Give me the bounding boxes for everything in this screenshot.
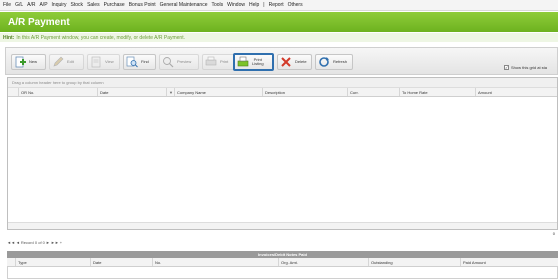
view-button-label: View: [105, 59, 114, 64]
edit-button-label: Edit: [67, 59, 74, 64]
sort-indicator-icon[interactable]: ▼: [166, 88, 174, 96]
col-no[interactable]: No.: [152, 258, 278, 266]
show-grid-checkbox[interactable]: ✓: [504, 65, 509, 70]
toolbar: New Edit View Find Preview Print Print L…: [5, 47, 558, 75]
view-doc-icon: [91, 56, 101, 68]
print-listing-button[interactable]: Print Listing: [233, 53, 274, 71]
nav-prev-button[interactable]: ◄: [16, 240, 20, 245]
refresh-button-label: Refresh: [333, 59, 348, 64]
menu-window[interactable]: Window: [227, 2, 245, 8]
nav-last-button[interactable]: ►►: [51, 240, 59, 245]
invoices-paid-columns: Type Date No. Org. Amt. Outstanding Paid…: [7, 258, 558, 267]
col-company-name[interactable]: Company Name: [174, 88, 262, 96]
col-or-no[interactable]: OR No.: [18, 88, 97, 96]
refresh-button[interactable]: Refresh: [315, 54, 353, 70]
pencil-icon: [53, 56, 64, 67]
menu-others[interactable]: Others: [288, 2, 303, 8]
edit-button[interactable]: Edit: [49, 54, 84, 70]
find-icon: [126, 56, 138, 68]
group-by-hint: Drag a column header here to group by th…: [8, 78, 557, 88]
menu-file[interactable]: File: [3, 2, 11, 8]
delete-button[interactable]: Delete: [277, 54, 312, 70]
refresh-icon: [319, 57, 329, 67]
preview-button[interactable]: Preview: [159, 54, 199, 70]
record-navigator: ◄◄ ◄ Record 0 of 0 ► ►► +: [7, 239, 63, 246]
hint-bar: Hint: In this A/R Payment window, you ca…: [0, 33, 558, 42]
menu-general-maintenance[interactable]: General Maintenance: [160, 2, 208, 8]
menu-inquiry[interactable]: Inquiry: [52, 2, 67, 8]
preview-button-label: Preview: [177, 59, 192, 64]
show-grid-label: Show this grid at sta: [511, 65, 548, 70]
amount-total: 0: [552, 231, 555, 236]
menu-tools[interactable]: Tools: [211, 2, 223, 8]
col-amount[interactable]: Amount: [475, 88, 557, 96]
hint-text: In this A/R Payment window, you can crea…: [16, 34, 185, 41]
grid-horizontal-scrollbar[interactable]: [8, 222, 557, 229]
show-grid-at-startup[interactable]: ✓ Show this grid at sta: [504, 65, 547, 70]
col-curr[interactable]: Curr.: [347, 88, 399, 96]
nav-next-button[interactable]: ►: [46, 240, 50, 245]
delete-x-icon: [281, 57, 291, 67]
col-type[interactable]: Type: [15, 258, 90, 266]
new-doc-icon: [15, 56, 26, 68]
knock-row-indicator: [7, 258, 15, 266]
print-button[interactable]: Print: [202, 54, 237, 70]
new-button-label: New: [29, 59, 38, 64]
print-listing-label-line2: Listing: [252, 61, 264, 66]
menu-ar[interactable]: A/R: [27, 2, 35, 8]
col-description[interactable]: Description: [262, 88, 347, 96]
invoices-paid-header: Invoices/Debit Notes Paid: [7, 251, 558, 258]
grid-row-indicator: [8, 88, 18, 96]
page-title: A/R Payment: [8, 16, 70, 28]
print-listing-icon: [237, 56, 249, 67]
nav-first-button[interactable]: ◄◄: [7, 240, 15, 245]
menu-separator: |: [263, 2, 265, 8]
col-paid-amount[interactable]: Paid Amount: [460, 258, 558, 266]
menu-bonus-point[interactable]: Bonus Point: [129, 2, 156, 8]
find-button-label: Find: [141, 59, 149, 64]
menu-purchase[interactable]: Purchase: [104, 2, 125, 8]
hint-prefix: Hint:: [3, 34, 15, 41]
col-knock-date[interactable]: Date: [90, 258, 152, 266]
col-to-home-rate[interactable]: To Home Rate: [399, 88, 475, 96]
menu-sales[interactable]: Sales: [87, 2, 100, 8]
menu-stock[interactable]: Stock: [71, 2, 84, 8]
delete-button-label: Delete: [295, 59, 307, 64]
find-button[interactable]: Find: [123, 54, 156, 70]
menu-help[interactable]: Help: [249, 2, 259, 8]
printer-icon: [205, 56, 217, 66]
menu-gl[interactable]: G/L: [15, 2, 23, 8]
payment-grid: Drag a column header here to group by th…: [7, 77, 558, 230]
new-button[interactable]: New: [11, 54, 46, 70]
nav-add-button[interactable]: +: [60, 240, 62, 245]
grid-header: OR No. Date ▼ Company Name Description C…: [8, 88, 557, 97]
grid-totals-row: 0: [7, 231, 558, 237]
col-outstanding[interactable]: Outstanding: [368, 258, 460, 266]
print-listing-label: Print Listing: [252, 58, 264, 66]
menu-report[interactable]: Report: [269, 2, 284, 8]
window-title-bar: A/R Payment: [0, 12, 558, 32]
col-org-amt[interactable]: Org. Amt.: [278, 258, 368, 266]
col-date[interactable]: Date: [97, 88, 166, 96]
menu-bar: File G/L A/R A/P Inquiry Stock Sales Pur…: [0, 0, 558, 11]
invoices-paid-grid: [7, 267, 558, 279]
view-button[interactable]: View: [87, 54, 120, 70]
magnifier-icon: [163, 57, 174, 68]
nav-record-count: Record 0 of 0: [20, 240, 45, 245]
print-button-label: Print: [220, 59, 229, 64]
menu-ap[interactable]: A/P: [39, 2, 47, 8]
